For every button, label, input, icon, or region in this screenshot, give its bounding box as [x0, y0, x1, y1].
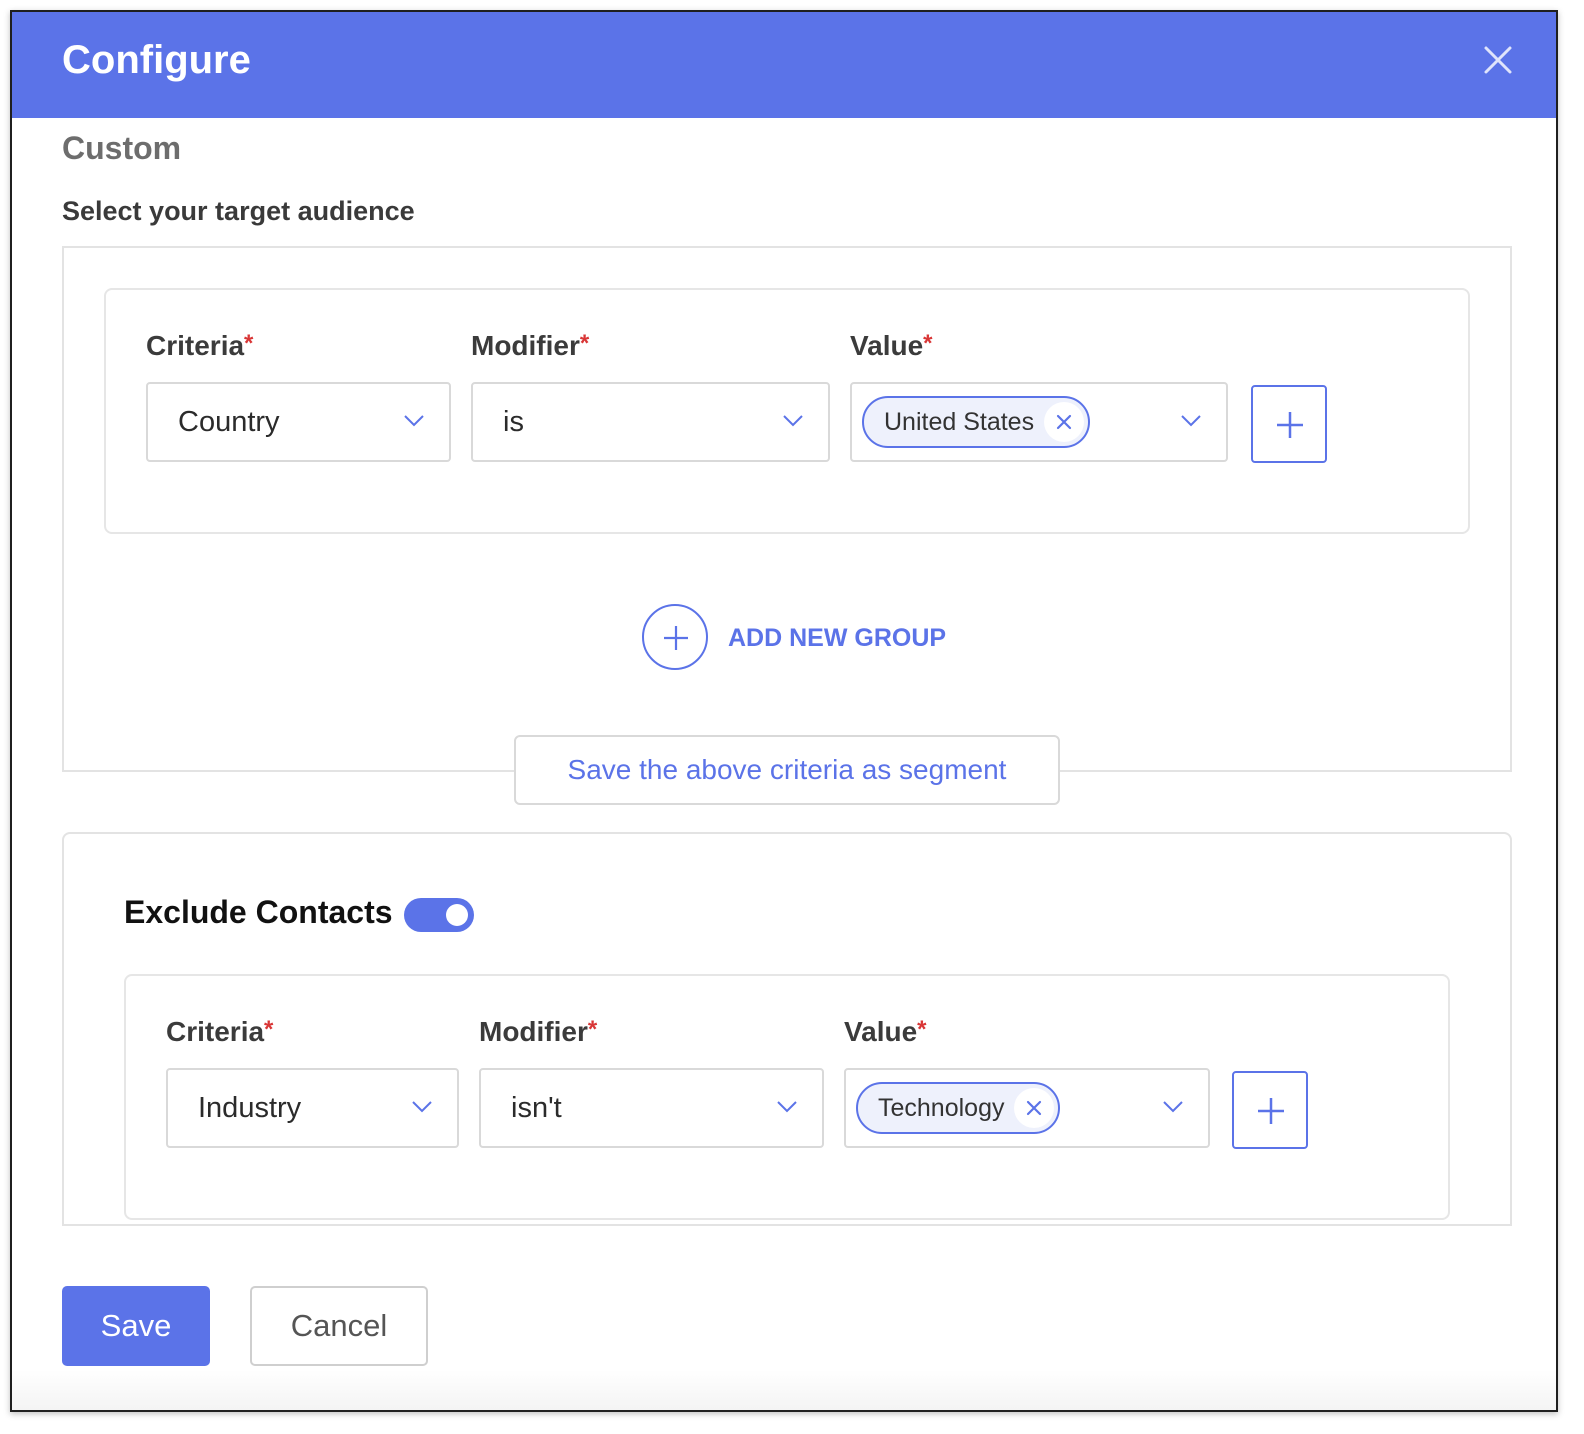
dialog-header: Configure	[12, 12, 1556, 118]
criteria-label: Criteria*	[146, 330, 254, 361]
add-condition-button[interactable]	[1251, 385, 1327, 463]
modifier-select-value: is	[503, 406, 524, 438]
value-chip: Technology	[856, 1082, 1061, 1134]
exclude-modifier-select[interactable]: isn't	[479, 1068, 824, 1148]
criteria-select[interactable]: Country	[146, 382, 451, 462]
chevron-down-icon	[783, 415, 803, 427]
value-select[interactable]: United States	[850, 382, 1228, 462]
target-audience-label: Select your target audience	[62, 196, 415, 226]
plus-icon	[1277, 412, 1303, 438]
value-chip-label: United States	[884, 408, 1035, 436]
plus-icon	[1258, 1098, 1284, 1124]
chevron-down-icon	[1163, 1101, 1183, 1113]
save-as-segment-button[interactable]: Save the above criteria as segment	[514, 735, 1060, 805]
exclude-modifier-label: Modifier*	[479, 1016, 598, 1047]
save-button[interactable]: Save	[62, 1286, 210, 1366]
modifier-label: Modifier*	[471, 330, 590, 361]
exclude-modifier-select-value: isn't	[511, 1092, 562, 1124]
criteria-group-card: Criteria* Modifier* Value* Country is Un…	[104, 288, 1470, 534]
chevron-down-icon	[412, 1101, 432, 1113]
value-chip: United States	[862, 396, 1091, 448]
remove-chip-icon[interactable]	[1044, 402, 1085, 442]
remove-chip-icon[interactable]	[1014, 1088, 1055, 1128]
exclude-criteria-label: Criteria*	[166, 1016, 274, 1047]
cancel-button[interactable]: Cancel	[250, 1286, 428, 1366]
required-mark: *	[923, 330, 933, 357]
required-mark: *	[587, 1016, 598, 1043]
exclude-value-select[interactable]: Technology	[844, 1068, 1210, 1148]
exclude-value-label: Value*	[844, 1016, 927, 1047]
required-mark: *	[917, 1016, 927, 1043]
exclude-criteria-card: Criteria* Modifier* Value* Industry isn'…	[124, 974, 1450, 1220]
footer-shade	[12, 1370, 1556, 1410]
toggle-knob	[446, 904, 468, 926]
dialog-subtitle: Custom	[62, 130, 182, 166]
exclude-criteria-select-value: Industry	[198, 1092, 302, 1124]
chevron-down-icon	[777, 1101, 797, 1113]
add-new-group-label: ADD NEW GROUP	[728, 624, 947, 652]
value-label: Value*	[850, 330, 933, 361]
value-chip-label: Technology	[878, 1094, 1005, 1122]
criteria-select-value: Country	[178, 406, 280, 438]
close-icon[interactable]	[1480, 42, 1516, 78]
modifier-select[interactable]: is	[471, 382, 830, 462]
exclude-criteria-select[interactable]: Industry	[166, 1068, 459, 1148]
exclude-contacts-toggle[interactable]	[404, 898, 474, 932]
required-mark: *	[579, 330, 590, 357]
required-mark: *	[264, 1016, 274, 1043]
chevron-down-icon	[404, 415, 424, 427]
exclude-contacts-title: Exclude Contacts	[124, 894, 393, 930]
configure-dialog: Configure Custom Select your target audi…	[10, 10, 1558, 1412]
chevron-down-icon	[1181, 415, 1201, 427]
required-mark: *	[244, 330, 254, 357]
exclude-add-condition-button[interactable]	[1232, 1071, 1308, 1149]
dialog-title: Configure	[62, 38, 251, 82]
plus-circle-icon	[642, 604, 708, 670]
